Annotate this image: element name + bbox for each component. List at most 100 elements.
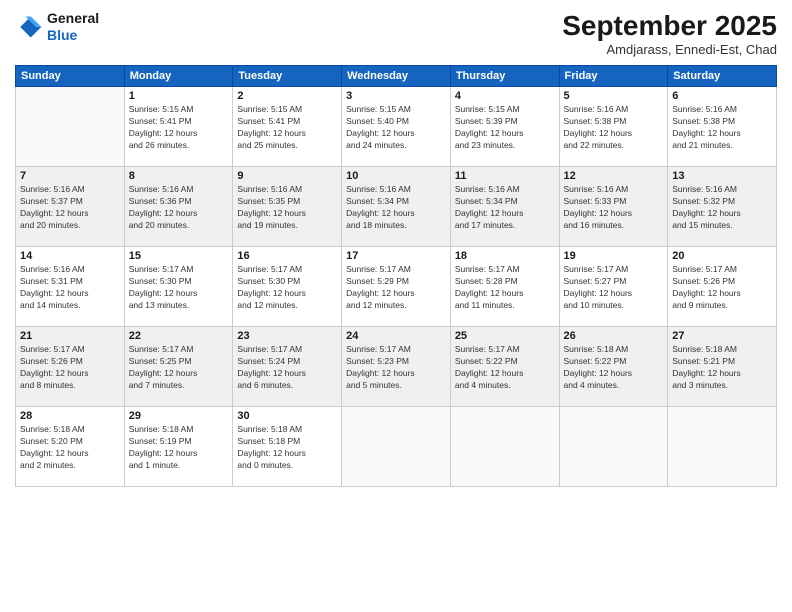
table-row: 4Sunrise: 5:15 AM Sunset: 5:39 PM Daylig… [450,87,559,167]
day-number: 21 [20,330,120,342]
table-row: 27 Sunrise: 5:18 AM Sunset: 5:21 PM Dayli… [668,327,777,407]
day-info: Sunrise: 5:18 AM Sunset: 5:19 PM Dayligh… [129,424,229,472]
day-number: 24 [346,330,446,342]
day-number: 12 [564,170,664,182]
title-block: September 2025 Amdjarass, Ennedi-Est, Ch… [562,10,777,57]
table-row: 24 Sunrise: 5:17 AM Sunset: 5:23 PM Dayli… [342,327,451,407]
day-number: 14 [20,250,120,262]
day-number: 25 [455,330,555,342]
table-row [559,407,668,487]
table-row: 26 Sunrise: 5:18 AM Sunset: 5:22 PM Dayli… [559,327,668,407]
day-info: Sunrise: 5:17 AM Sunset: 5:26 PM Dayligh… [20,344,120,392]
table-row: 6 Sunrise: 5:16 AM Sunset: 5:38 PM Daylig… [668,87,777,167]
day-info: Sunrise: 5:17 AM Sunset: 5:27 PM Dayligh… [564,264,664,312]
day-number: 17 [346,250,446,262]
table-row: 23 Sunrise: 5:17 AM Sunset: 5:24 PM Dayli… [233,327,342,407]
day-info: Sunrise: 5:16 AM Sunset: 5:34 PM Dayligh… [455,184,555,232]
day-number: 28 [20,410,120,422]
day-number: 27 [672,330,772,342]
day-info: Sunrise: 5:16 AM Sunset: 5:38 PM Dayligh… [672,104,772,152]
table-row: 18 Sunrise: 5:17 AM Sunset: 5:28 PM Dayli… [450,247,559,327]
page: General Blue September 2025 Amdjarass, E… [0,0,792,612]
day-info: Sunrise: 5:16 AM Sunset: 5:38 PM Dayligh… [564,104,664,152]
day-number: 6 [672,90,772,102]
table-row: 3Sunrise: 5:15 AM Sunset: 5:40 PM Daylig… [342,87,451,167]
day-number: 1 [129,90,229,102]
day-info: Sunrise: 5:18 AM Sunset: 5:21 PM Dayligh… [672,344,772,392]
col-saturday: Saturday [668,66,777,87]
day-info: Sunrise: 5:17 AM Sunset: 5:30 PM Dayligh… [129,264,229,312]
table-row [668,407,777,487]
day-info: Sunrise: 5:16 AM Sunset: 5:32 PM Dayligh… [672,184,772,232]
logo-icon [15,13,43,41]
day-info: Sunrise: 5:17 AM Sunset: 5:26 PM Dayligh… [672,264,772,312]
table-row: 10Sunrise: 5:16 AM Sunset: 5:34 PM Dayli… [342,167,451,247]
day-number: 7 [20,170,120,182]
table-row: 25 Sunrise: 5:17 AM Sunset: 5:22 PM Dayli… [450,327,559,407]
col-friday: Friday [559,66,668,87]
table-row [342,407,451,487]
table-row: 17 Sunrise: 5:17 AM Sunset: 5:29 PM Dayli… [342,247,451,327]
day-info: Sunrise: 5:17 AM Sunset: 5:28 PM Dayligh… [455,264,555,312]
table-row: 5 Sunrise: 5:16 AM Sunset: 5:38 PM Daylig… [559,87,668,167]
day-number: 2 [237,90,337,102]
subtitle: Amdjarass, Ennedi-Est, Chad [562,42,777,57]
day-info: Sunrise: 5:15 AM Sunset: 5:41 PM Dayligh… [129,104,229,152]
col-tuesday: Tuesday [233,66,342,87]
table-row: 1 Sunrise: 5:15 AM Sunset: 5:41 PM Daylig… [124,87,233,167]
table-row: 8Sunrise: 5:16 AM Sunset: 5:36 PM Daylig… [124,167,233,247]
col-wednesday: Wednesday [342,66,451,87]
calendar-week-row: 21 Sunrise: 5:17 AM Sunset: 5:26 PM Dayli… [16,327,777,407]
day-info: Sunrise: 5:17 AM Sunset: 5:23 PM Dayligh… [346,344,446,392]
day-number: 5 [564,90,664,102]
day-number: 26 [564,330,664,342]
logo-text: General Blue [47,10,99,44]
day-info: Sunrise: 5:17 AM Sunset: 5:22 PM Dayligh… [455,344,555,392]
day-info: Sunrise: 5:16 AM Sunset: 5:33 PM Dayligh… [564,184,664,232]
table-row: 30Sunrise: 5:18 AM Sunset: 5:18 PM Dayli… [233,407,342,487]
day-info: Sunrise: 5:16 AM Sunset: 5:37 PM Dayligh… [20,184,120,232]
day-number: 10 [346,170,446,182]
day-number: 16 [237,250,337,262]
day-number: 9 [237,170,337,182]
day-info: Sunrise: 5:18 AM Sunset: 5:20 PM Dayligh… [20,424,120,472]
table-row: 19 Sunrise: 5:17 AM Sunset: 5:27 PM Dayli… [559,247,668,327]
calendar-week-row: 14 Sunrise: 5:16 AM Sunset: 5:31 PM Dayli… [16,247,777,327]
table-row: 29 Sunrise: 5:18 AM Sunset: 5:19 PM Dayli… [124,407,233,487]
day-number: 11 [455,170,555,182]
day-number: 29 [129,410,229,422]
day-info: Sunrise: 5:17 AM Sunset: 5:24 PM Dayligh… [237,344,337,392]
day-info: Sunrise: 5:16 AM Sunset: 5:31 PM Dayligh… [20,264,120,312]
calendar-header-row: Sunday Monday Tuesday Wednesday Thursday… [16,66,777,87]
day-info: Sunrise: 5:17 AM Sunset: 5:30 PM Dayligh… [237,264,337,312]
table-row: 28 Sunrise: 5:18 AM Sunset: 5:20 PM Dayli… [16,407,125,487]
calendar-week-row: 28 Sunrise: 5:18 AM Sunset: 5:20 PM Dayli… [16,407,777,487]
day-number: 19 [564,250,664,262]
day-number: 13 [672,170,772,182]
table-row: 20Sunrise: 5:17 AM Sunset: 5:26 PM Dayli… [668,247,777,327]
day-info: Sunrise: 5:15 AM Sunset: 5:41 PM Dayligh… [237,104,337,152]
table-row: 7 Sunrise: 5:16 AM Sunset: 5:37 PM Daylig… [16,167,125,247]
table-row: 11 Sunrise: 5:16 AM Sunset: 5:34 PM Dayli… [450,167,559,247]
day-info: Sunrise: 5:16 AM Sunset: 5:36 PM Dayligh… [129,184,229,232]
day-number: 18 [455,250,555,262]
col-monday: Monday [124,66,233,87]
table-row: 15 Sunrise: 5:17 AM Sunset: 5:30 PM Dayli… [124,247,233,327]
table-row: 16 Sunrise: 5:17 AM Sunset: 5:30 PM Dayli… [233,247,342,327]
day-info: Sunrise: 5:18 AM Sunset: 5:22 PM Dayligh… [564,344,664,392]
table-row: 14 Sunrise: 5:16 AM Sunset: 5:31 PM Dayli… [16,247,125,327]
day-number: 30 [237,410,337,422]
calendar-week-row: 7 Sunrise: 5:16 AM Sunset: 5:37 PM Daylig… [16,167,777,247]
table-row [450,407,559,487]
col-thursday: Thursday [450,66,559,87]
month-title: September 2025 [562,10,777,42]
day-number: 23 [237,330,337,342]
logo: General Blue [15,10,99,44]
calendar-table: Sunday Monday Tuesday Wednesday Thursday… [15,65,777,487]
header: General Blue September 2025 Amdjarass, E… [15,10,777,57]
day-number: 15 [129,250,229,262]
table-row: 12 Sunrise: 5:16 AM Sunset: 5:33 PM Dayli… [559,167,668,247]
day-info: Sunrise: 5:17 AM Sunset: 5:29 PM Dayligh… [346,264,446,312]
col-sunday: Sunday [16,66,125,87]
day-info: Sunrise: 5:15 AM Sunset: 5:40 PM Dayligh… [346,104,446,152]
